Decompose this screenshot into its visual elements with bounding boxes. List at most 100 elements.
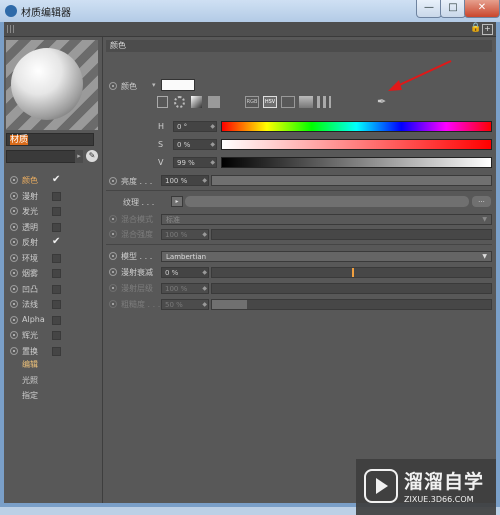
channel-anim-radio[interactable] (10, 222, 18, 231)
color-wheel-tool-icon[interactable] (157, 96, 168, 108)
channel-item[interactable]: 辉光 (8, 328, 98, 343)
value-slider[interactable] (221, 157, 492, 168)
blend-strength-spinner-icon[interactable]: ◆ (202, 230, 207, 240)
channel-checkbox[interactable]: ✔ (52, 237, 60, 247)
channel-anim-radio[interactable] (10, 176, 18, 184)
channel-anim-radio[interactable] (10, 300, 18, 308)
channel-checkbox[interactable] (52, 191, 61, 201)
texture-menu-button[interactable]: ▸ (171, 196, 183, 207)
blend-strength-anim-radio[interactable] (109, 230, 117, 238)
diffuse-falloff-anim-radio[interactable] (109, 268, 117, 276)
channel-checkbox[interactable] (52, 346, 61, 356)
diffuse-level-input[interactable]: 100 % ◆ (161, 283, 209, 294)
kelvin-tool-icon[interactable] (191, 96, 202, 108)
close-button[interactable]: ✕ (464, 0, 500, 18)
info-tool-icon[interactable] (281, 96, 295, 108)
brightness-input[interactable]: 100 % ◆ (161, 175, 209, 186)
expand-icon[interactable]: + (482, 24, 493, 35)
channel-item[interactable]: 置换 (8, 344, 98, 359)
lock-icon[interactable]: 🔒 (470, 24, 481, 33)
left-menu-item[interactable]: 编辑 (22, 359, 38, 370)
channel-anim-radio[interactable] (10, 315, 18, 324)
left-menu-item[interactable]: 指定 (22, 390, 38, 401)
blend-strength-value: 100 % (165, 231, 188, 239)
channel-anim-radio[interactable] (10, 207, 18, 215)
blend-strength-input[interactable]: 100 % ◆ (161, 229, 209, 240)
brightness-slider[interactable] (211, 175, 492, 186)
material-dropdown[interactable] (6, 150, 76, 163)
blend-mode-select[interactable]: 标准 ▼ (161, 214, 492, 225)
channel-anim-radio[interactable] (10, 253, 18, 262)
maximize-button[interactable]: □ (440, 0, 466, 18)
hsv-button[interactable]: HSV (263, 96, 277, 108)
saturation-slider[interactable] (221, 139, 492, 150)
grip-handle-icon[interactable] (7, 25, 16, 33)
mixer-tool-icon[interactable] (317, 96, 331, 108)
color-anim-radio[interactable] (109, 82, 117, 90)
channel-checkbox[interactable] (52, 222, 61, 232)
spectrum-tool-icon[interactable] (174, 96, 185, 108)
channel-anim-radio[interactable] (10, 284, 18, 293)
brightness-spinner-icon[interactable]: ◆ (202, 176, 207, 186)
roughness-slider[interactable] (211, 299, 492, 310)
model-anim-radio[interactable] (109, 252, 117, 260)
channel-checkbox[interactable] (52, 253, 61, 263)
channel-item[interactable]: 颜色 ✔ (8, 173, 98, 188)
minimize-button[interactable]: — (416, 0, 442, 18)
hue-slider[interactable] (221, 121, 492, 132)
image-tool-icon[interactable] (208, 96, 220, 108)
diffuse-level-spinner-icon[interactable]: ◆ (202, 284, 207, 294)
left-menu-item[interactable]: 光照 (22, 375, 38, 386)
texture-browse-button[interactable]: ... (472, 196, 491, 207)
channel-anim-radio[interactable] (10, 191, 18, 200)
channel-item[interactable]: 法线 (8, 297, 98, 312)
channel-checkbox[interactable] (52, 331, 61, 340)
blend-strength-slider[interactable] (211, 229, 492, 240)
channel-item[interactable]: 漫射 (8, 189, 98, 204)
roughness-input[interactable]: 50 % ◆ (161, 299, 209, 310)
roughness-anim-radio[interactable] (109, 300, 117, 308)
s-input[interactable]: 0 % ◆ (173, 139, 217, 150)
dropdown-arrow-icon[interactable]: ▸ (75, 150, 83, 163)
s-spinner-icon[interactable]: ◆ (210, 140, 215, 150)
channel-item[interactable]: 烟雾 (8, 266, 98, 281)
texture-field[interactable] (185, 196, 469, 207)
model-select[interactable]: Lambertian ▼ (161, 251, 492, 262)
channel-item[interactable]: 透明 (8, 220, 98, 235)
rgb-button[interactable]: RGB (245, 96, 259, 108)
blend-mode-anim-radio[interactable] (109, 215, 117, 223)
diffuse-falloff-spinner-icon[interactable]: ◆ (202, 268, 207, 278)
channel-item[interactable]: 凹凸 (8, 282, 98, 297)
channel-checkbox[interactable] (52, 269, 61, 278)
channel-anim-radio[interactable] (10, 269, 18, 277)
swatch-arrow-icon[interactable]: ▾ (152, 81, 156, 89)
channel-item[interactable]: 发光 (8, 204, 98, 219)
diffuse-falloff-input[interactable]: 0 % ◆ (161, 267, 209, 278)
v-input[interactable]: 99 % ◆ (173, 157, 217, 168)
channel-anim-radio[interactable] (10, 331, 18, 339)
color-swatch[interactable] (161, 79, 195, 91)
channel-anim-radio[interactable] (10, 346, 18, 355)
brightness-anim-radio[interactable] (109, 177, 117, 185)
material-name-field[interactable]: 材质 (6, 133, 94, 146)
diffuse-level-anim-radio[interactable] (109, 284, 117, 292)
title-bar[interactable]: 材质编辑器 — □ ✕ (0, 0, 500, 22)
diffuse-falloff-slider[interactable] (211, 267, 492, 278)
pin-icon[interactable]: ✎ (86, 150, 98, 162)
channel-item[interactable]: 反射 ✔ (8, 235, 98, 250)
channel-item[interactable]: 环境 (8, 251, 98, 266)
v-spinner-icon[interactable]: ◆ (210, 158, 215, 168)
channel-checkbox[interactable]: ✔ (52, 175, 60, 185)
channel-checkbox[interactable] (52, 284, 61, 294)
roughness-spinner-icon[interactable]: ◆ (202, 300, 207, 310)
channel-anim-radio[interactable] (10, 238, 18, 246)
channel-checkbox[interactable] (52, 300, 61, 309)
channel-checkbox[interactable] (52, 315, 61, 325)
channel-checkbox[interactable] (52, 207, 61, 216)
h-input[interactable]: 0 ° ◆ (173, 121, 217, 132)
diffuse-level-slider[interactable] (211, 283, 492, 294)
channel-item[interactable]: Alpha (8, 313, 98, 328)
h-spinner-icon[interactable]: ◆ (210, 122, 215, 132)
material-preview[interactable] (6, 40, 98, 130)
swatch-group-icon[interactable] (299, 96, 313, 108)
